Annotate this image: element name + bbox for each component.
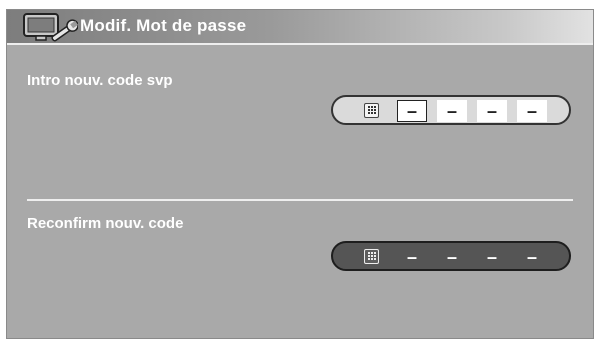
new-code-digit-4[interactable]: – [517,100,547,122]
confirm-code-digit-3[interactable]: – [477,246,507,268]
confirm-code-input[interactable]: – – – – [331,241,571,271]
new-code-digit-2[interactable]: – [437,100,467,122]
new-code-input[interactable]: – – – – [331,95,571,125]
confirm-code-digit-1[interactable]: – [397,246,427,268]
numeric-keypad-icon [364,249,379,264]
new-code-label: Intro nouv. code svp [27,72,173,89]
new-code-digit-3[interactable]: – [477,100,507,122]
confirm-code-digit-2[interactable]: – [437,246,467,268]
section-divider [27,199,573,201]
panel-header: Modif. Mot de passe [7,10,593,45]
page-title: Modif. Mot de passe [80,16,247,35]
confirm-code-label: Reconfirm nouv. code [27,215,184,232]
new-code-digit-1[interactable]: – [397,100,427,122]
monitor-wrench-icon [23,13,78,42]
numeric-keypad-icon [364,103,379,118]
password-change-panel: Modif. Mot de passe Intro nouv. code svp… [6,9,594,339]
confirm-code-digit-4[interactable]: – [517,246,547,268]
